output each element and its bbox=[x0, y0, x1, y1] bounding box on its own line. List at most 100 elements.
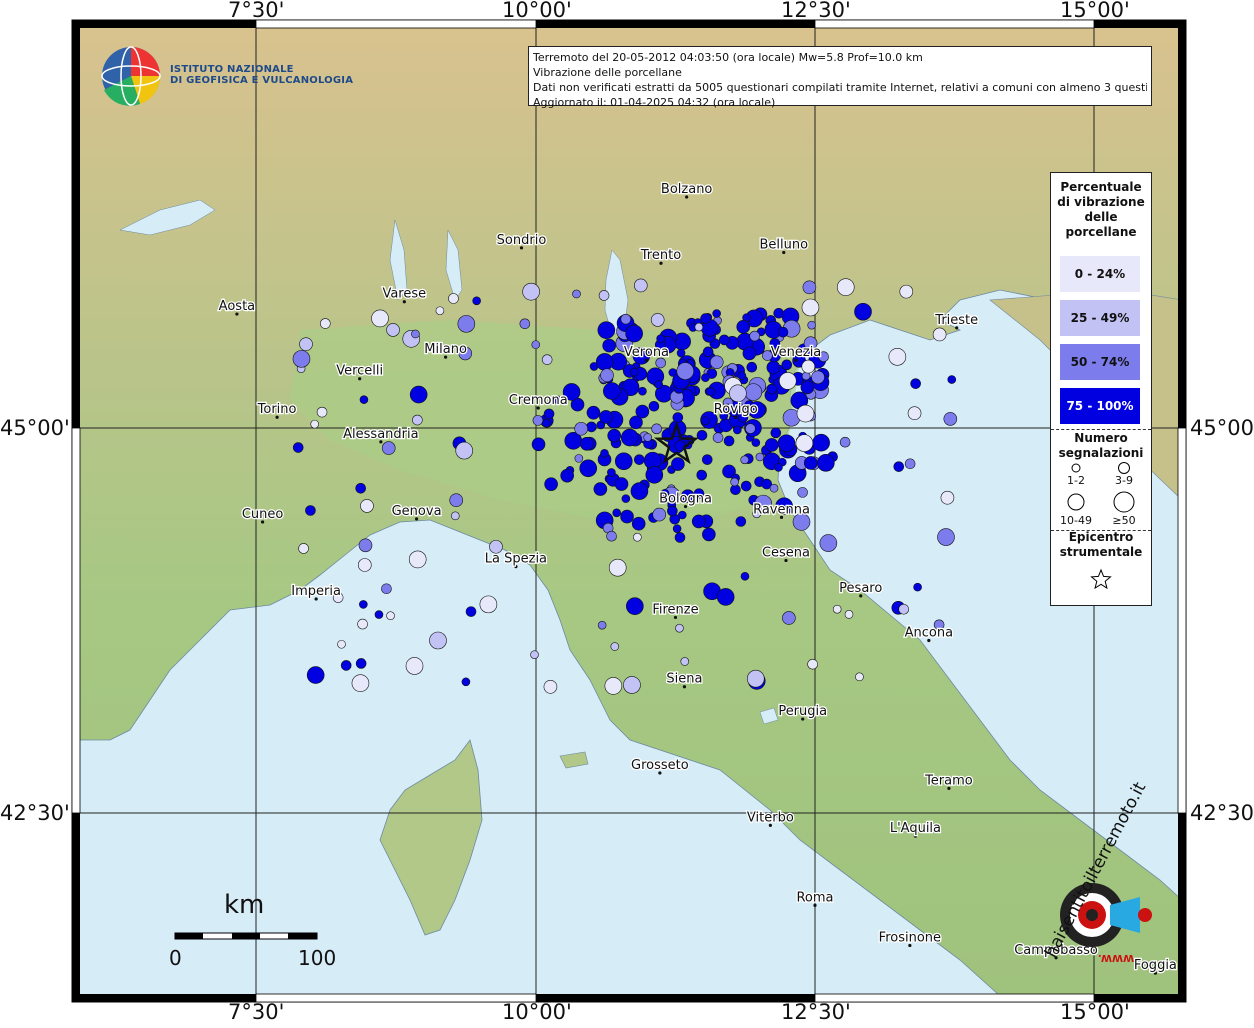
report-dot bbox=[651, 423, 662, 435]
city-label: Frosinone bbox=[879, 930, 941, 945]
report-dot bbox=[544, 477, 558, 491]
info-box: Terremoto del 20-05-2012 04:03:50 (ora l… bbox=[528, 46, 1152, 109]
city-label: Rovigo bbox=[714, 402, 758, 417]
report-dot bbox=[656, 334, 665, 344]
report-dot bbox=[530, 650, 539, 659]
report-dot bbox=[574, 454, 584, 463]
report-dot bbox=[449, 493, 464, 507]
report-dot bbox=[519, 318, 531, 330]
report-dot bbox=[531, 340, 541, 349]
info-line-parameter: Vibrazione delle porcellane bbox=[533, 66, 682, 79]
report-dot bbox=[620, 428, 639, 447]
info-line-updated: Aggiornato il: 01-04-2025 04:32 (ora loc… bbox=[533, 96, 776, 109]
report-dot bbox=[633, 454, 645, 465]
report-dot bbox=[629, 367, 639, 377]
report-dot bbox=[630, 482, 649, 500]
legend-count-1-2: 1-2 bbox=[1067, 474, 1085, 487]
lon-label-top-1: 7°30' bbox=[228, 0, 285, 22]
report-dot bbox=[608, 558, 627, 577]
city-label: Firenze bbox=[652, 602, 698, 617]
report-dot bbox=[626, 597, 644, 615]
legend-count-3-9: 3-9 bbox=[1115, 474, 1133, 487]
report-dot bbox=[635, 404, 650, 419]
report-dot bbox=[832, 604, 842, 614]
report-dot bbox=[579, 459, 598, 478]
lat-label-right-2: 42°30' bbox=[1190, 801, 1254, 825]
report-dot bbox=[310, 419, 320, 429]
city-label: Alessandria bbox=[343, 427, 418, 442]
report-dot bbox=[729, 384, 747, 403]
city-label: Siena bbox=[666, 672, 702, 687]
city-label: Genova bbox=[392, 504, 442, 519]
report-dot bbox=[691, 514, 706, 529]
city-label: Trento bbox=[640, 248, 681, 263]
lat-label-left-1: 45°00' bbox=[0, 416, 70, 440]
report-dot bbox=[730, 477, 739, 487]
city-label: Venezia bbox=[771, 345, 822, 360]
report-dot bbox=[674, 532, 686, 543]
report-dot bbox=[819, 534, 838, 552]
report-dot bbox=[371, 309, 389, 328]
report-dot bbox=[337, 639, 346, 649]
report-dot bbox=[904, 458, 916, 470]
city-label: La Spezia bbox=[485, 552, 547, 567]
report-dot bbox=[645, 466, 664, 484]
report-dot bbox=[749, 330, 760, 342]
city-label: Imperia bbox=[291, 584, 341, 599]
report-dot bbox=[745, 423, 756, 434]
legend-count-title-1: Numero bbox=[1074, 431, 1128, 445]
legend-count-circles bbox=[1067, 462, 1135, 513]
ingv-logo-text: ISTITUTO NAZIONALE DI GEOFISICA E VULCAN… bbox=[170, 64, 353, 86]
info-line-source: Dati non verificati estratti da 5005 que… bbox=[533, 81, 1147, 94]
report-dot bbox=[746, 361, 758, 373]
report-dot bbox=[386, 323, 400, 337]
report-dot bbox=[631, 516, 646, 531]
lon-label-top-4: 15°00' bbox=[1060, 0, 1130, 22]
report-dot bbox=[796, 404, 815, 423]
report-dot bbox=[614, 477, 629, 491]
report-dot bbox=[733, 425, 742, 435]
report-dot bbox=[777, 326, 789, 338]
report-dot bbox=[742, 346, 757, 361]
report-dot bbox=[716, 588, 735, 606]
report-dot bbox=[932, 327, 947, 342]
report-dot bbox=[429, 631, 447, 650]
report-dot bbox=[672, 412, 684, 423]
report-dot bbox=[305, 505, 316, 516]
report-dot bbox=[360, 499, 374, 513]
report-dot bbox=[696, 429, 708, 441]
report-dot bbox=[736, 320, 751, 334]
legend-count-10-49: 10-49 bbox=[1060, 514, 1092, 527]
report-dot bbox=[479, 595, 498, 614]
report-dot bbox=[678, 510, 687, 520]
report-dot bbox=[701, 454, 713, 465]
city-label: Cremona bbox=[509, 393, 568, 408]
report-dot bbox=[597, 321, 616, 339]
report-dot bbox=[316, 406, 328, 418]
scale-title: km bbox=[224, 890, 265, 920]
report-dot bbox=[766, 360, 781, 375]
city-label: Ravenna bbox=[753, 502, 810, 517]
report-dot bbox=[625, 324, 643, 343]
report-dot bbox=[702, 527, 716, 542]
report-dot bbox=[702, 346, 714, 358]
report-dot bbox=[774, 463, 783, 472]
report-dot bbox=[409, 385, 428, 404]
report-dot bbox=[411, 329, 420, 339]
report-dot bbox=[769, 483, 779, 493]
city-label: Belluno bbox=[759, 237, 808, 252]
lon-label-top-2: 10°00' bbox=[502, 0, 572, 22]
report-dot bbox=[807, 658, 818, 670]
report-dot bbox=[812, 433, 830, 452]
report-dot bbox=[910, 378, 921, 389]
legend-count-50: ≥50 bbox=[1112, 514, 1136, 527]
report-dot bbox=[746, 669, 765, 688]
legend-class-75-100: 75 - 100% bbox=[1060, 388, 1140, 424]
report-dot bbox=[574, 421, 588, 436]
report-dot bbox=[620, 313, 632, 325]
report-dot bbox=[667, 505, 678, 517]
legend-title-2: di vibrazione bbox=[1057, 195, 1145, 209]
report-dot bbox=[893, 461, 905, 472]
report-dot bbox=[598, 290, 610, 301]
report-dot bbox=[674, 440, 686, 451]
